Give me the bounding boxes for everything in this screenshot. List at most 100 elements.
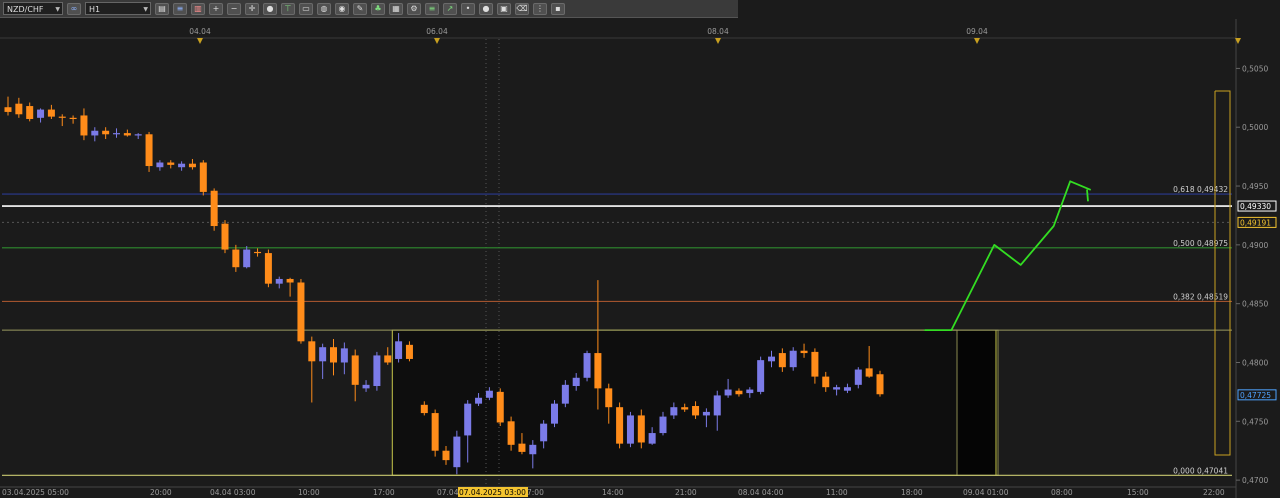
- forecast-box[interactable]: [956, 329, 999, 476]
- candle-body[interactable]: [507, 421, 515, 445]
- fib-level-label: 0,500 0,48975: [1173, 239, 1228, 248]
- candle-body[interactable]: [616, 407, 624, 444]
- candle-body[interactable]: [69, 117, 77, 120]
- candle-body[interactable]: [529, 444, 537, 455]
- candle-body[interactable]: [518, 443, 526, 452]
- candle-body[interactable]: [735, 390, 743, 395]
- candle-body[interactable]: [395, 341, 403, 359]
- candle-body[interactable]: [626, 415, 634, 444]
- time-axis-label: 08.04 04:00: [738, 488, 784, 497]
- price-tick-label: 0,4700: [1242, 476, 1268, 485]
- candle-body[interactable]: [330, 347, 337, 363]
- candle-body[interactable]: [221, 223, 229, 250]
- candle-body[interactable]: [91, 130, 99, 136]
- candle-body[interactable]: [453, 436, 461, 468]
- candle-body[interactable]: [431, 413, 439, 451]
- candle-body[interactable]: [123, 133, 131, 136]
- candle-body[interactable]: [167, 162, 175, 165]
- candle-body[interactable]: [134, 134, 142, 136]
- time-axis-label: 07.04.2025 03:00: [459, 488, 526, 497]
- candle-body[interactable]: [156, 162, 164, 168]
- candle-body[interactable]: [442, 450, 450, 461]
- candle-body[interactable]: [188, 163, 196, 168]
- candle-body[interactable]: [854, 369, 862, 385]
- candle-body[interactable]: [362, 384, 370, 389]
- candle-body[interactable]: [822, 376, 830, 388]
- candle-body[interactable]: [145, 134, 153, 167]
- candle-body[interactable]: [778, 353, 786, 368]
- candle-body[interactable]: [746, 389, 754, 394]
- candle-body[interactable]: [594, 353, 602, 389]
- candle-body[interactable]: [254, 251, 262, 254]
- candle-body[interactable]: [757, 360, 765, 392]
- price-tick-label: 0,5050: [1242, 64, 1268, 73]
- candle-body[interactable]: [843, 387, 851, 391]
- candle-body[interactable]: [113, 133, 120, 135]
- price-tick-label: 0,4850: [1242, 300, 1268, 309]
- candle-body[interactable]: [264, 253, 272, 284]
- candle-body[interactable]: [286, 278, 294, 283]
- candle-body[interactable]: [768, 356, 775, 362]
- candle-body[interactable]: [340, 348, 348, 363]
- candle-body[interactable]: [865, 368, 873, 377]
- candle-body[interactable]: [605, 388, 613, 408]
- time-axis-label: 08:00: [1051, 488, 1073, 497]
- candle-body[interactable]: [648, 433, 656, 444]
- time-axis-label: 09.04 01:00: [963, 488, 1009, 497]
- candle-body[interactable]: [80, 115, 88, 136]
- candle-body[interactable]: [102, 130, 110, 135]
- candle-body[interactable]: [232, 249, 240, 268]
- candle-body[interactable]: [47, 109, 55, 117]
- candle-body[interactable]: [702, 411, 710, 416]
- candle-body[interactable]: [833, 387, 841, 390]
- candle-body[interactable]: [724, 389, 732, 396]
- candle-body[interactable]: [58, 116, 66, 118]
- candle-body[interactable]: [496, 391, 504, 423]
- candle-body[interactable]: [464, 403, 472, 436]
- candle-body[interactable]: [713, 395, 721, 416]
- candle-body[interactable]: [210, 190, 218, 227]
- time-axis-label: 15:00: [1127, 488, 1149, 497]
- candle-body[interactable]: [308, 341, 316, 362]
- candle-body[interactable]: [681, 407, 689, 410]
- price-marker-label: 0,47725: [1240, 391, 1271, 400]
- time-axis-label: 20:00: [150, 488, 172, 497]
- candle-body[interactable]: [384, 355, 392, 363]
- candle-body[interactable]: [275, 278, 283, 284]
- price-tick-label: 0,5000: [1242, 123, 1268, 132]
- candle-body[interactable]: [405, 344, 413, 359]
- fib-level-label: 0,000 0,47041: [1173, 466, 1228, 475]
- price-tick-label: 0,4950: [1242, 182, 1268, 191]
- candle-body[interactable]: [789, 350, 797, 368]
- candle-body[interactable]: [572, 377, 580, 387]
- top-date-label: 09.04: [966, 27, 988, 36]
- candle-body[interactable]: [561, 384, 569, 404]
- price-chart: 0,618 0,49432 0,500 0,48975 0,382 0,48519 0…: [0, 19, 1280, 498]
- time-axis-label: 03.04.2025 05:00: [2, 488, 69, 497]
- candle-body[interactable]: [811, 351, 819, 377]
- candle-body[interactable]: [4, 107, 12, 112]
- candle-body[interactable]: [373, 355, 381, 387]
- candle-body[interactable]: [37, 109, 45, 118]
- candle-body[interactable]: [637, 415, 645, 443]
- candle-body[interactable]: [583, 353, 591, 378]
- candle-body[interactable]: [800, 350, 808, 354]
- candle-body[interactable]: [243, 249, 251, 268]
- candle-body[interactable]: [540, 423, 548, 442]
- candle-body[interactable]: [15, 103, 23, 115]
- candle-body[interactable]: [551, 403, 558, 424]
- candle-body[interactable]: [319, 347, 327, 362]
- candle-body[interactable]: [659, 416, 667, 434]
- candle-body[interactable]: [351, 355, 359, 385]
- candle-body[interactable]: [420, 404, 428, 414]
- candle-body[interactable]: [475, 397, 483, 404]
- candle-body[interactable]: [199, 162, 207, 192]
- time-axis-label: 14:00: [602, 488, 624, 497]
- candle-body[interactable]: [670, 407, 678, 416]
- candle-body[interactable]: [26, 106, 34, 119]
- candle-body[interactable]: [692, 406, 700, 416]
- candle-body[interactable]: [178, 163, 186, 168]
- candle-body[interactable]: [876, 374, 884, 395]
- candle-body[interactable]: [297, 282, 305, 342]
- candle-body[interactable]: [485, 390, 493, 398]
